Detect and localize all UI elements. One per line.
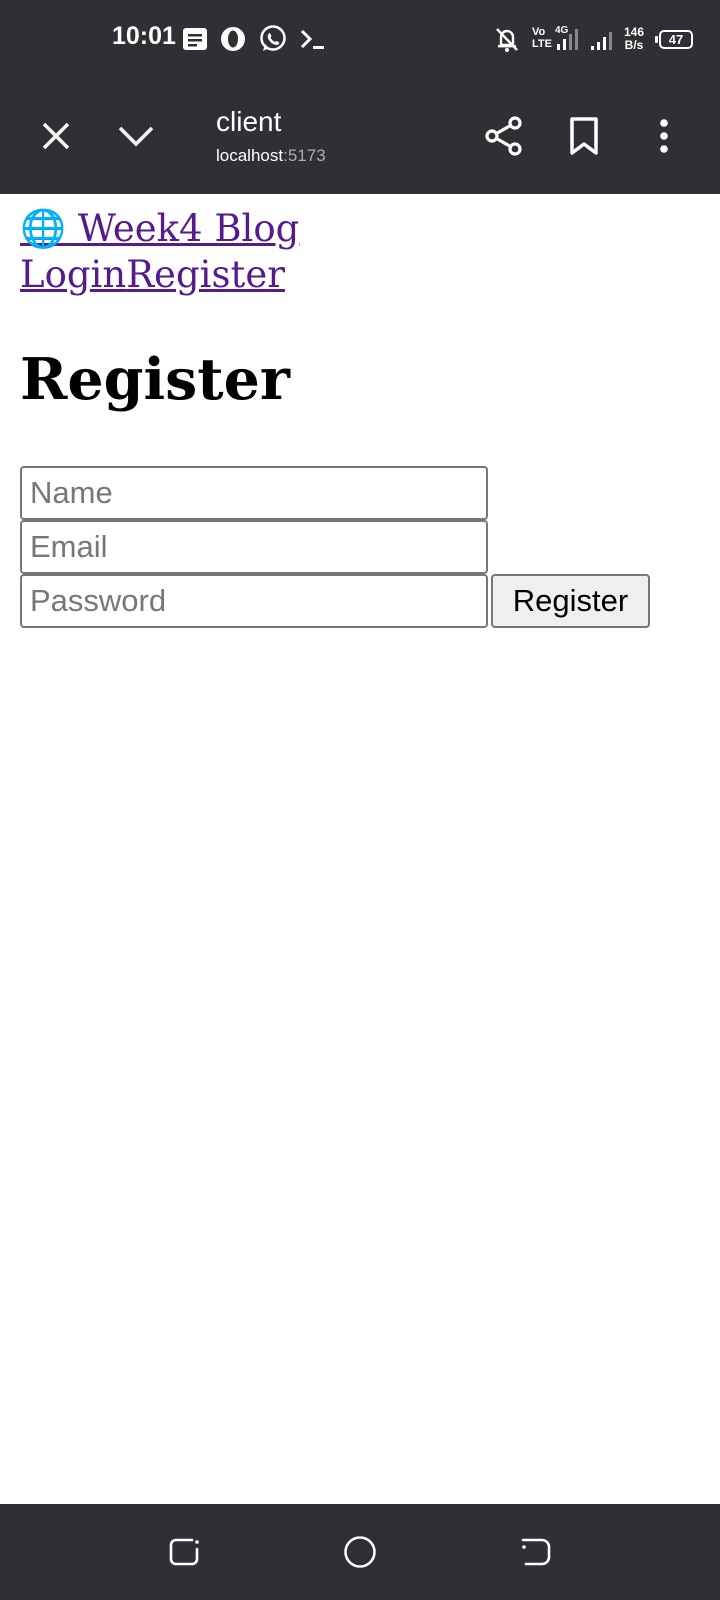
share-icon [485,116,522,156]
net-type: 4G [555,25,569,36]
bookmark-button[interactable] [562,114,606,158]
net-rate: 146 B/s [624,25,645,52]
page-url: localhost:5173 [216,146,326,166]
page-title: client [216,106,282,137]
signal-icon: 4G [555,25,578,50]
status-bar: 10:01 Vo LTE 4G 146 B/s 47 [0,0,720,80]
close-tab-button[interactable] [34,114,78,158]
notes-icon [183,28,207,50]
signal-icon [591,32,612,50]
minimize-tab-button[interactable] [114,114,158,158]
name-input[interactable] [20,466,488,520]
volte-icon: Vo LTE [532,26,552,50]
password-input[interactable] [20,574,488,628]
whatsapp-icon [260,25,286,51]
browser-toolbar: client localhost:5173 [0,80,720,194]
brand-link[interactable]: 🌐 Week4 Blog [20,206,700,252]
email-input[interactable] [20,520,488,574]
share-button[interactable] [482,114,526,158]
home-icon[interactable] [342,1534,378,1570]
site-nav: 🌐 Week4 Blog LoginRegister [20,206,700,298]
register-form: Register [20,466,700,628]
back-icon[interactable] [518,1534,554,1570]
bookmark-icon [570,117,598,155]
password-row: Register [20,574,700,628]
battery-indicator: 47 [655,30,693,49]
url-port: :5173 [283,146,326,165]
opera-icon [221,27,245,51]
recents-icon[interactable] [166,1534,202,1570]
more-vert-icon [660,119,668,153]
web-page: 🌐 Week4 Blog LoginRegister Register Regi… [20,206,700,628]
register-button[interactable]: Register [491,574,650,628]
system-nav-bar [0,1504,720,1600]
register-link[interactable]: Register [126,253,285,296]
chevron-down-icon [118,126,154,147]
status-time: 10:01 [112,22,176,50]
url-host: localhost [216,146,284,165]
login-link[interactable]: Login [20,253,126,296]
close-icon [42,122,70,150]
terminal-icon [300,29,324,49]
bell-off-icon [496,28,518,52]
more-options-button[interactable] [642,114,686,158]
page-heading: Register [20,346,290,413]
